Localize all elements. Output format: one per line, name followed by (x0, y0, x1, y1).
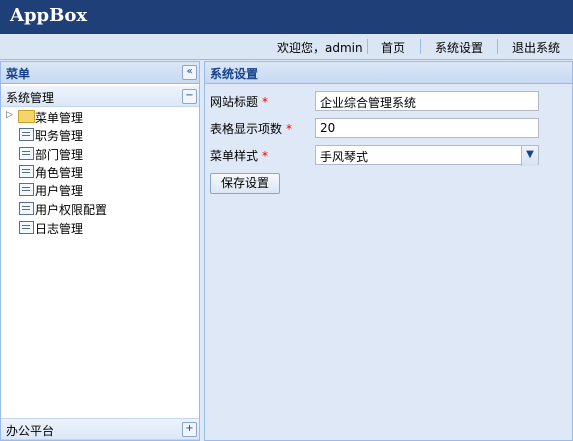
page-icon (19, 202, 34, 215)
divider (420, 39, 421, 54)
save-settings-button[interactable]: 保存设置 (210, 173, 281, 194)
tree-item-label: 用户管理 (35, 184, 84, 198)
tree-item-department-management[interactable]: 部门管理 (1, 145, 199, 163)
menu-tree: ▷ 菜单管理 职务管理 部门管理 角色管理 用户管理 用户权限配置 日志管理 (1, 108, 199, 408)
sidebar-header: 菜单 « (1, 62, 199, 84)
tree-item-position-management[interactable]: 职务管理 (1, 126, 199, 144)
required-mark: * (286, 122, 293, 136)
required-mark: * (262, 95, 269, 109)
page-icon (19, 165, 34, 178)
page-icon (19, 147, 34, 160)
home-link[interactable]: 首页 (381, 39, 405, 56)
folder-icon (18, 110, 35, 123)
menu-style-label: 菜单样式 * (210, 149, 269, 163)
settings-title: 系统设置 (210, 67, 259, 81)
settings-header: 系统设置 (205, 62, 572, 84)
section-office-platform[interactable]: 办公平台 + (1, 418, 199, 440)
tree-item-role-management[interactable]: 角色管理 (1, 163, 199, 181)
chevron-down-icon[interactable]: ▼ (521, 146, 538, 166)
sidebar-title: 菜单 (6, 67, 31, 81)
tree-item-label: 部门管理 (35, 148, 84, 162)
app-title: AppBox (10, 5, 88, 26)
section-system-management[interactable]: 系统管理 − (1, 86, 199, 107)
page-icon (19, 183, 34, 196)
site-title-input[interactable]: 企业综合管理系统 (315, 91, 539, 111)
tree-item-user-management[interactable]: 用户管理 (1, 181, 199, 199)
page-icon (19, 128, 34, 141)
divider (367, 39, 368, 54)
section-label: 办公平台 (6, 424, 55, 438)
tree-item-label: 用户权限配置 (35, 203, 108, 217)
tree-item-log-management[interactable]: 日志管理 (1, 219, 199, 237)
tree-item-label: 菜单管理 (35, 111, 84, 125)
sidebar-panel: 菜单 « 系统管理 − ▷ 菜单管理 职务管理 部门管理 角色管理 用户管理 用… (0, 61, 200, 441)
collapse-icon[interactable]: − (182, 89, 197, 104)
section-label: 系统管理 (6, 91, 55, 105)
required-mark: * (262, 149, 269, 163)
expand-icon[interactable]: + (182, 422, 197, 437)
tree-item-user-permission-config[interactable]: 用户权限配置 (1, 200, 199, 218)
welcome-text: 欢迎您，admin (277, 41, 363, 55)
user-toolbar: 欢迎您，admin 首页 系统设置 退出系统 (0, 34, 573, 60)
page-size-input[interactable]: 20 (315, 118, 539, 138)
settings-link[interactable]: 系统设置 (435, 39, 483, 56)
tree-item-menu-management[interactable]: ▷ 菜单管理 (1, 108, 199, 126)
app-header: AppBox (0, 0, 573, 34)
page-size-label: 表格显示项数 * (210, 122, 293, 136)
page-icon (19, 221, 34, 234)
tree-item-label: 职务管理 (35, 129, 84, 143)
logout-link[interactable]: 退出系统 (512, 39, 560, 56)
menu-style-select[interactable]: 手风琴式 ▼ (315, 145, 539, 166)
double-chevron-left-icon[interactable]: « (182, 65, 197, 80)
divider (497, 39, 498, 54)
tree-item-label: 角色管理 (35, 166, 84, 180)
menu-style-value: 手风琴式 (320, 150, 369, 164)
expand-arrow-icon[interactable]: ▷ (6, 110, 13, 120)
site-title-label: 网站标题 * (210, 95, 269, 109)
tree-item-label: 日志管理 (35, 222, 84, 236)
